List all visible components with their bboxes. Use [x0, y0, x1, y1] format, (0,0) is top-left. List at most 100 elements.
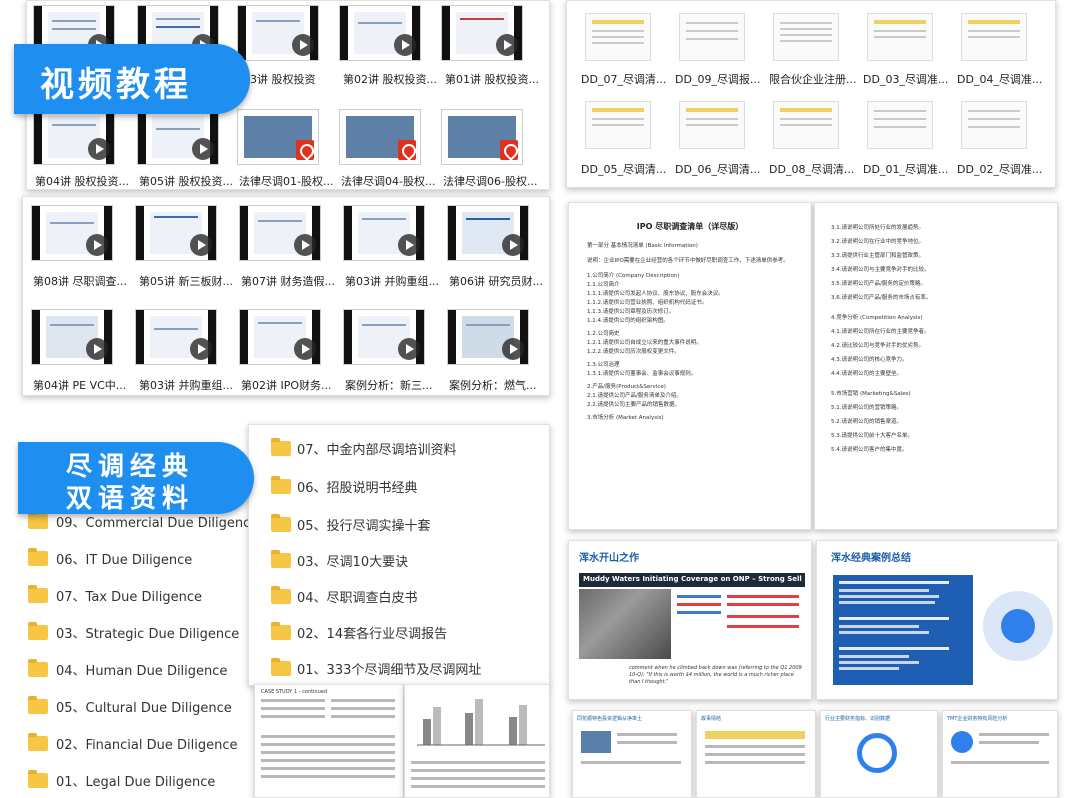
- play-icon[interactable]: [398, 338, 420, 360]
- chart-page: [404, 684, 550, 798]
- document-label: DD_09_尽调报...: [675, 73, 761, 86]
- bar-chart-graphic: [417, 699, 545, 746]
- video-label: 第01讲 股权投资...: [445, 73, 539, 86]
- video-label: 第05讲 新三板财...: [139, 275, 233, 288]
- folder-label: 04、尽职调查白皮书: [297, 591, 418, 606]
- slide-thumb-title: 故事情结: [701, 716, 722, 722]
- document-thumbnail[interactable]: [961, 13, 1027, 61]
- document-thumbnail[interactable]: [961, 101, 1027, 149]
- slide-thumbnail[interactable]: TMT企业财务特有风险分析: [942, 710, 1058, 798]
- document-label: DD_07_尽调清...: [581, 73, 667, 86]
- video-thumbnail[interactable]: [31, 205, 113, 261]
- video-thumbnail[interactable]: [137, 109, 219, 165]
- play-icon[interactable]: [192, 138, 214, 160]
- video-thumbnail[interactable]: [135, 205, 217, 261]
- play-icon[interactable]: [398, 234, 420, 256]
- video-thumbnail[interactable]: [33, 109, 115, 165]
- video-thumbnail[interactable]: [343, 205, 425, 261]
- folder-label: 01、333个尽调细节及尽调网址: [297, 663, 482, 678]
- doc-line: 1.1.2.请提供公司营业执照、组织机构代码证书。: [587, 300, 708, 306]
- play-icon[interactable]: [502, 234, 524, 256]
- folder-label: 06、IT Due Diligence: [56, 553, 193, 568]
- video-tutorial-banner: 视频教程: [14, 44, 250, 114]
- video-thumbnail[interactable]: [237, 5, 319, 61]
- document-thumbnail[interactable]: [585, 101, 651, 149]
- doc-line: 5.3.请提供公司前十大客户名单。: [831, 433, 913, 439]
- pdf-label: 法律尽调01-股权...: [239, 175, 334, 188]
- banner-line-2: 双语资料: [66, 484, 195, 514]
- doc-line: 说明：企业IPO需要在企业经营的各个环节中做好尽职调查工作，下述清单供参考。: [587, 258, 789, 264]
- document-thumbnail[interactable]: [679, 101, 745, 149]
- play-icon[interactable]: [86, 338, 108, 360]
- folder-label: 05、投行尽调实操十套: [297, 519, 431, 534]
- document-thumbnail[interactable]: [585, 13, 651, 61]
- timeline-box: [833, 575, 973, 685]
- ipo-checklist-page-right: 3.1.请说明公司所处行业的发展趋势。 3.2.请说明公司在行业中的竞争地位。 …: [814, 202, 1058, 530]
- muddy-waters-slide-right: 浑水经典案例总结: [816, 540, 1058, 700]
- document-label: DD_02_尽调准...: [957, 163, 1043, 176]
- slide-thumbnail[interactable]: 故事情结: [696, 710, 816, 798]
- pdf-label: 法律尽调04-股权...: [341, 175, 436, 188]
- play-icon[interactable]: [292, 34, 314, 56]
- folder-label: 04、Human Due Diligence: [56, 664, 228, 679]
- pdf-thumbnail[interactable]: [237, 109, 319, 165]
- muddy-waters-slide-left: 浑水开山之作 Muddy Waters Initiating Coverage …: [568, 540, 812, 700]
- folder-icon: [28, 548, 48, 566]
- pdf-thumbnail[interactable]: [339, 109, 421, 165]
- video-panel-middle: 第08讲 尽职调查... 第05讲 新三板财... 第07讲 财务造假... 第…: [22, 196, 550, 396]
- doc-line: 4.1.请说明公司所在行业的主要竞争者。: [831, 329, 930, 335]
- video-thumbnail[interactable]: [343, 309, 425, 365]
- play-icon[interactable]: [86, 234, 108, 256]
- video-thumbnail[interactable]: [339, 5, 421, 61]
- video-thumbnail[interactable]: [135, 309, 217, 365]
- video-thumbnail[interactable]: [31, 309, 113, 365]
- doc-line: 1.1.1.请提供公司发起人协议、股东协议、股东会决议。: [587, 291, 724, 297]
- document-thumbnail[interactable]: [773, 101, 839, 149]
- folder-icon: [28, 511, 48, 529]
- ipo-title: IPO 尽职调查清单（详尽版）: [636, 222, 744, 231]
- document-thumbnail[interactable]: [867, 13, 933, 61]
- play-icon[interactable]: [190, 234, 212, 256]
- folder-label: 03、Strategic Due Diligence: [56, 627, 240, 642]
- folder-icon: [28, 770, 48, 788]
- document-label: DD_08_尽调清...: [769, 163, 855, 176]
- folder-icon: [271, 476, 291, 494]
- play-icon[interactable]: [496, 34, 518, 56]
- doc-line: 3.6.请说明公司产品/服务的市场占有率。: [831, 295, 932, 301]
- doc-line: 1.公司简介 (Company Description): [587, 273, 680, 279]
- doc-line: 2.2.请提供公司主要产品的销售数据。: [587, 402, 680, 408]
- headline-text: Muddy Waters Initiating Coverage on ONP …: [583, 575, 802, 583]
- doc-line: 1.3.1.请提供公司董事会、监事会议事规则。: [587, 371, 697, 377]
- video-thumbnail[interactable]: [447, 205, 529, 261]
- document-thumbnail[interactable]: [867, 101, 933, 149]
- doc-line: 3.市场分析 (Market Analysis): [587, 415, 664, 421]
- video-thumbnail[interactable]: [239, 309, 321, 365]
- doc-line: 4.4.请说明公司的主要壁垒。: [831, 371, 902, 377]
- play-icon[interactable]: [502, 338, 524, 360]
- slide-title: 浑水开山之作: [579, 553, 639, 564]
- slide-quote: comment when he climbed back down was (r…: [629, 665, 802, 685]
- slide-thumbnail[interactable]: 行业主要财务指标、识别数据: [820, 710, 938, 798]
- pdf-thumbnail[interactable]: [441, 109, 523, 165]
- folder-icon: [271, 658, 291, 676]
- slide-thumbnail[interactable]: 同花顺特色投资逻辑从净率土: [572, 710, 692, 798]
- play-icon[interactable]: [294, 338, 316, 360]
- video-label: 第02讲 股权投资...: [343, 73, 437, 86]
- video-label: 第08讲 尽职调查...: [33, 275, 127, 288]
- play-icon[interactable]: [394, 34, 416, 56]
- video-thumbnail[interactable]: [441, 5, 523, 61]
- video-thumbnail[interactable]: [447, 309, 529, 365]
- play-icon[interactable]: [294, 234, 316, 256]
- classic-materials-banner: 尽调经典 双语资料: [18, 442, 254, 514]
- folder-label: 03、尽调10大要诀: [297, 555, 409, 570]
- play-icon[interactable]: [88, 138, 110, 160]
- document-thumbnail[interactable]: [773, 13, 839, 61]
- video-label: 第02讲 IPO财务...: [241, 379, 332, 392]
- slide-photo: [579, 589, 671, 659]
- play-icon[interactable]: [190, 338, 212, 360]
- video-thumbnail[interactable]: [239, 205, 321, 261]
- folder-label: 07、Tax Due Diligence: [56, 590, 202, 605]
- document-label: DD_03_尽调准...: [863, 73, 949, 86]
- document-thumbnail[interactable]: [679, 13, 745, 61]
- doc-line: 1.2.2.请提供公司历次股权变更文件。: [587, 349, 680, 355]
